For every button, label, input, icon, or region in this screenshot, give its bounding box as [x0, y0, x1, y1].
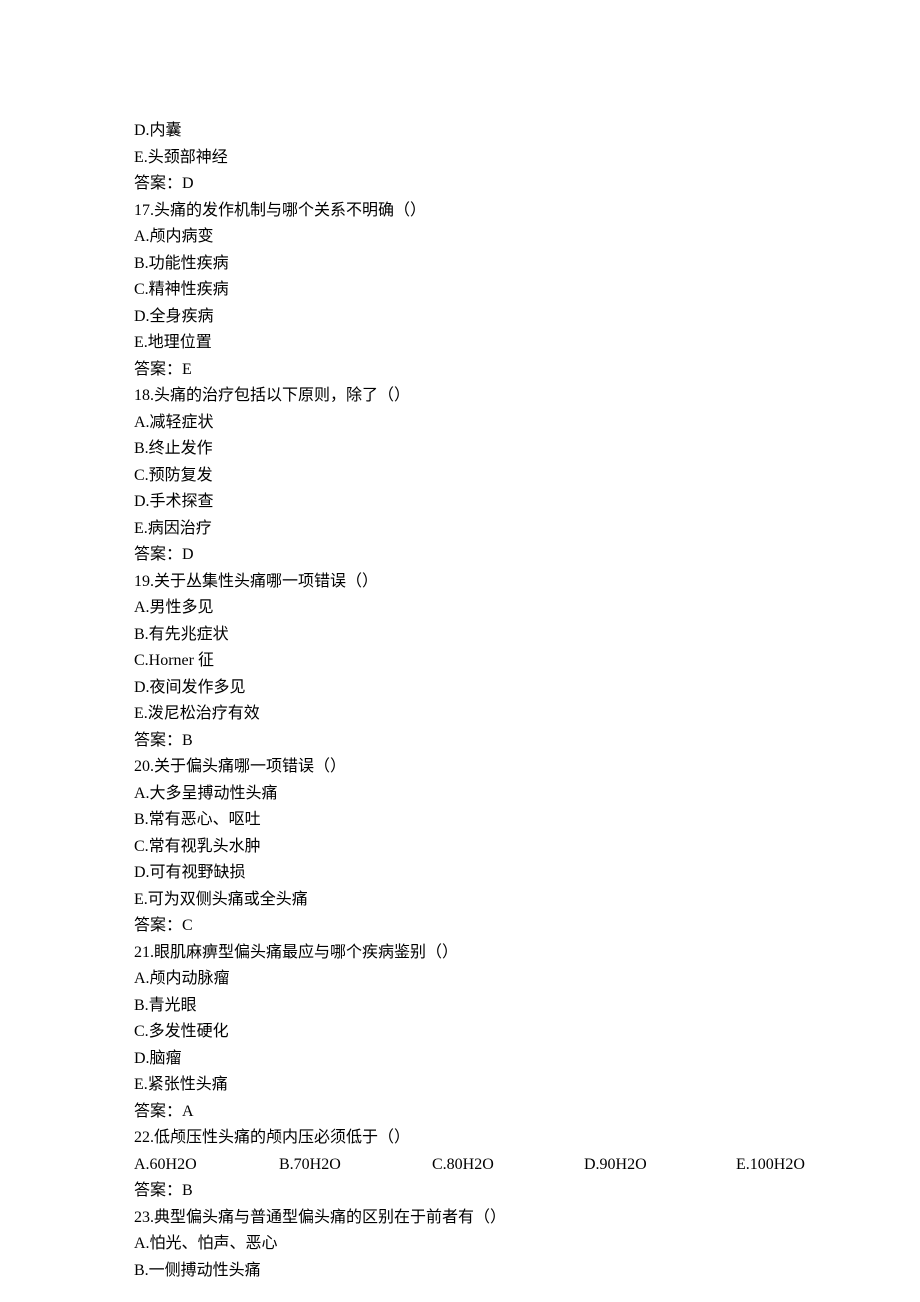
q20-answer: 答案：C — [134, 913, 920, 940]
q22-option-b: B.70H2O — [279, 1152, 432, 1179]
q21-option-e: E.紧张性头痛 — [134, 1072, 920, 1099]
q20-stem: 20.关于偏头痛哪一项错误（） — [134, 754, 920, 781]
q21-answer: 答案：A — [134, 1099, 920, 1126]
q20-option-e: E.可为双侧头痛或全头痛 — [134, 887, 920, 914]
q18-stem: 18.头痛的治疗包括以下原则，除了（） — [134, 383, 920, 410]
q22-option-a: A.60H2O — [134, 1152, 279, 1179]
q22-answer: 答案：B — [134, 1178, 920, 1205]
q17-option-b: B.功能性疾病 — [134, 251, 920, 278]
q18-option-b: B.终止发作 — [134, 436, 920, 463]
q19-option-c: C.Horner 征 — [134, 648, 920, 675]
q21-option-d: D.脑瘤 — [134, 1046, 920, 1073]
q20-option-d: D.可有视野缺损 — [134, 860, 920, 887]
q21-option-a: A.颅内动脉瘤 — [134, 966, 920, 993]
q20-option-c: C.常有视乳头水肿 — [134, 834, 920, 861]
q18-option-d: D.手术探查 — [134, 489, 920, 516]
q22-stem: 22.低颅压性头痛的颅内压必须低于（） — [134, 1125, 920, 1152]
q21-stem: 21.眼肌麻痹型偏头痛最应与哪个疾病鉴别（） — [134, 940, 920, 967]
q22-options-row: A.60H2O B.70H2O C.80H2O D.90H2O E.100H2O — [134, 1152, 920, 1179]
q22-option-d: D.90H2O — [584, 1152, 736, 1179]
q22-option-c: C.80H2O — [432, 1152, 584, 1179]
q23-stem: 23.典型偏头痛与普通型偏头痛的区别在于前者有（） — [134, 1205, 920, 1232]
q19-answer: 答案：B — [134, 728, 920, 755]
q17-option-c: C.精神性疾病 — [134, 277, 920, 304]
q22-option-e: E.100H2O — [736, 1152, 805, 1179]
document-page: D.内囊 E.头颈部神经 答案：D 17.头痛的发作机制与哪个关系不明确（） A… — [0, 0, 920, 1302]
q21-option-c: C.多发性硬化 — [134, 1019, 920, 1046]
q23-option-b: B.一侧搏动性头痛 — [134, 1258, 920, 1285]
q16-answer: 答案：D — [134, 171, 920, 198]
q17-option-d: D.全身疾病 — [134, 304, 920, 331]
q17-stem: 17.头痛的发作机制与哪个关系不明确（） — [134, 198, 920, 225]
q20-option-b: B.常有恶心、呕吐 — [134, 807, 920, 834]
q23-option-a: A.怕光、怕声、恶心 — [134, 1231, 920, 1258]
q18-option-e: E.病因治疗 — [134, 516, 920, 543]
q18-option-c: C.预防复发 — [134, 463, 920, 490]
q18-option-a: A.减轻症状 — [134, 410, 920, 437]
q17-option-a: A.颅内病变 — [134, 224, 920, 251]
q19-option-e: E.泼尼松治疗有效 — [134, 701, 920, 728]
q20-option-a: A.大多呈搏动性头痛 — [134, 781, 920, 808]
q16-option-d: D.内囊 — [134, 118, 920, 145]
q17-option-e: E.地理位置 — [134, 330, 920, 357]
q18-answer: 答案：D — [134, 542, 920, 569]
q19-option-b: B.有先兆症状 — [134, 622, 920, 649]
q17-answer: 答案：E — [134, 357, 920, 384]
q21-option-b: B.青光眼 — [134, 993, 920, 1020]
q19-option-d: D.夜间发作多见 — [134, 675, 920, 702]
q16-option-e: E.头颈部神经 — [134, 145, 920, 172]
q19-stem: 19.关于丛集性头痛哪一项错误（） — [134, 569, 920, 596]
q19-option-a: A.男性多见 — [134, 595, 920, 622]
